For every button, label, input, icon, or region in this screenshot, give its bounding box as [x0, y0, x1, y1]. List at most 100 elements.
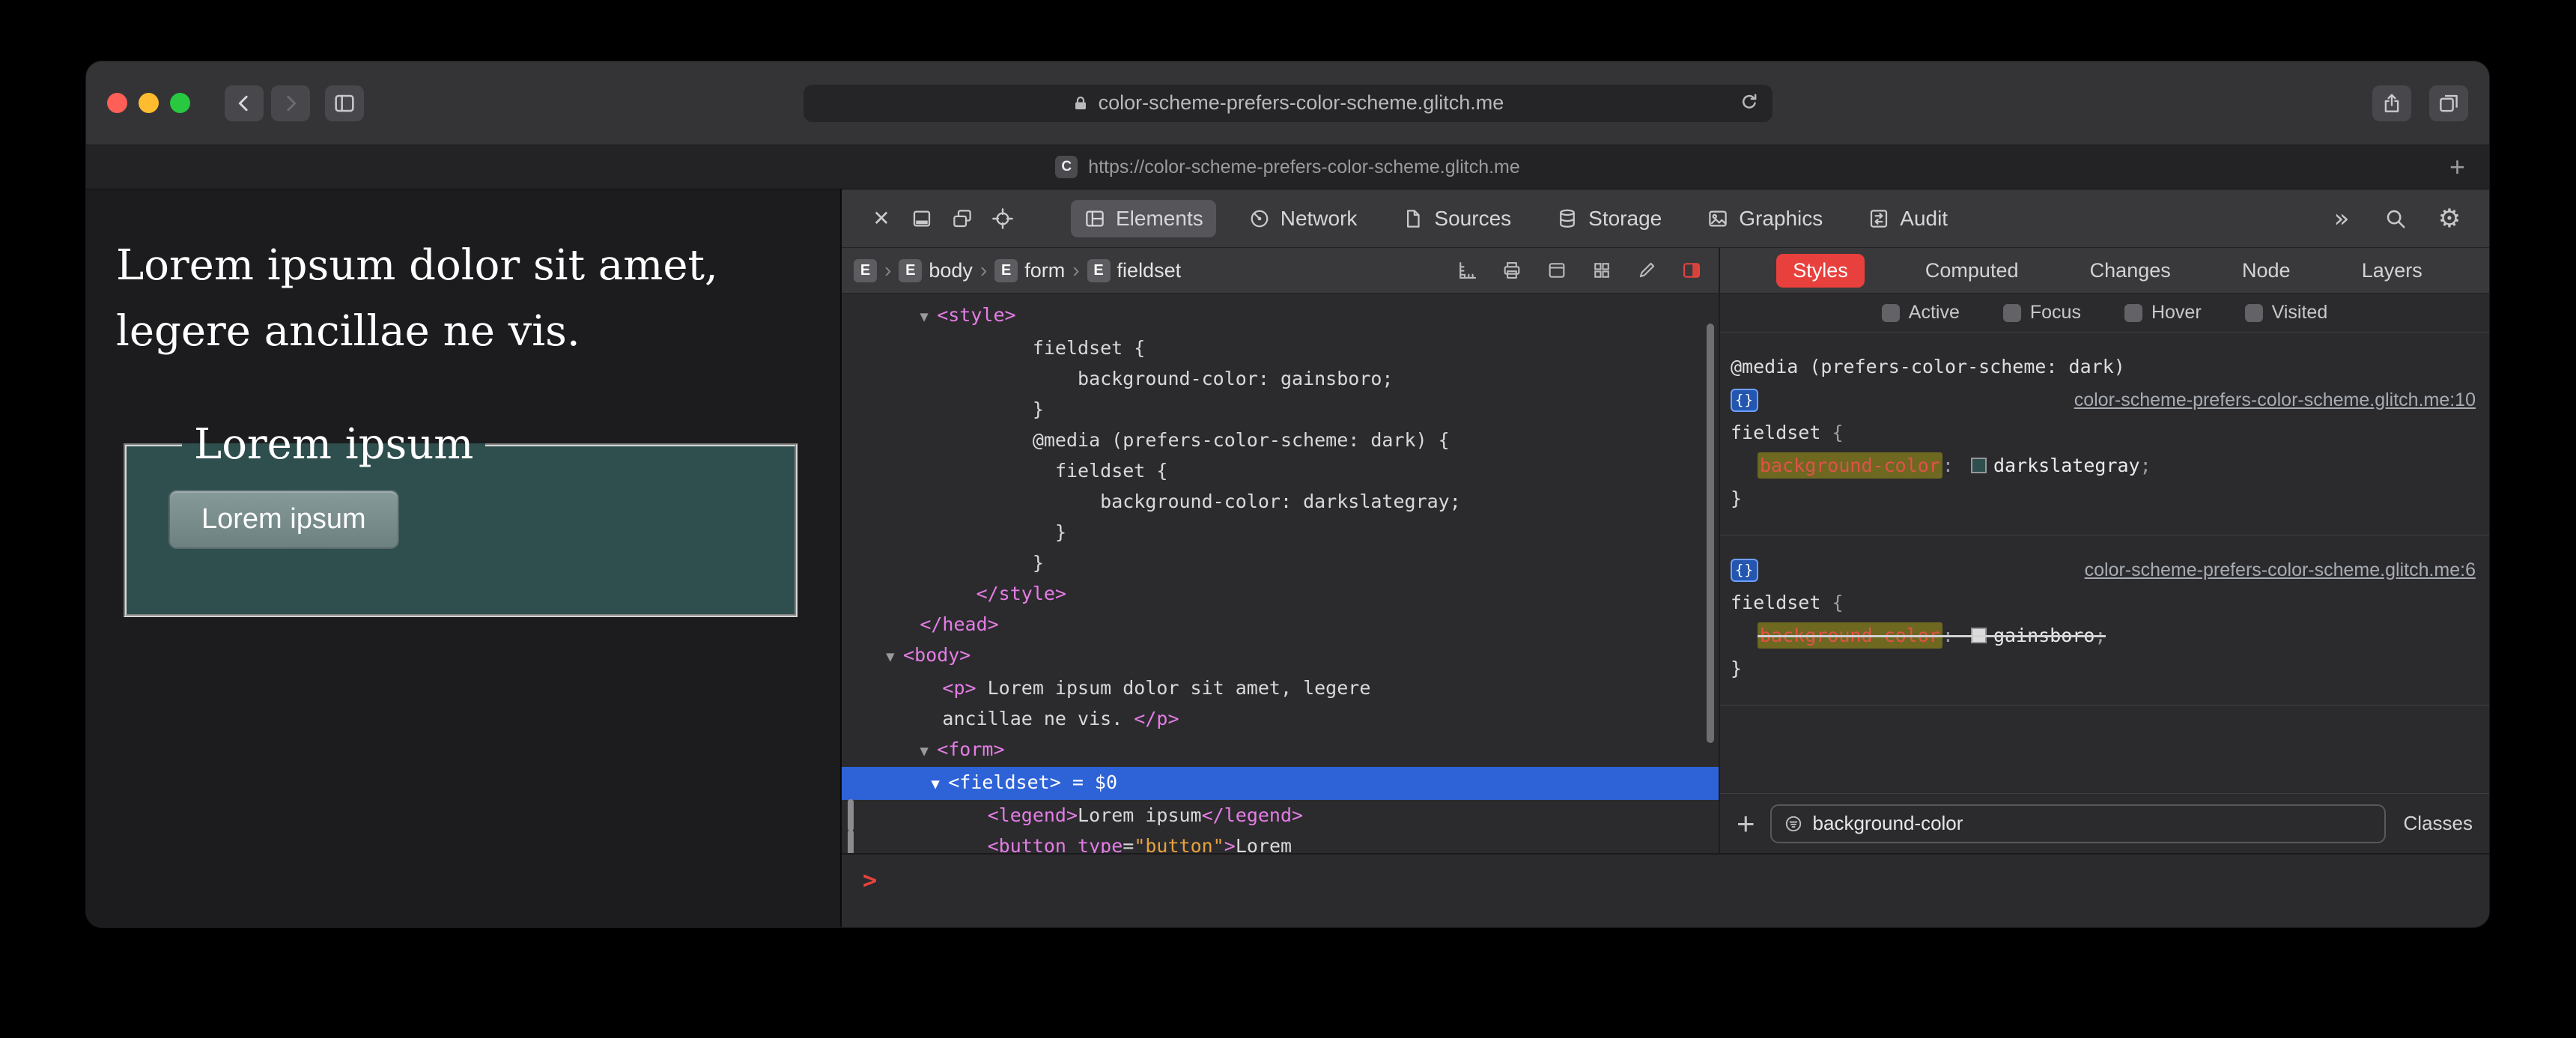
- shadow-dom-button[interactable]: [1540, 254, 1573, 287]
- active-tab[interactable]: C https://color-scheme-prefers-color-sch…: [1055, 156, 1520, 178]
- dom-tree-row[interactable]: }: [842, 517, 1719, 547]
- page-button[interactable]: Lorem ipsum: [168, 490, 399, 549]
- chevron-left-icon: [233, 92, 255, 115]
- dom-tree-row[interactable]: ▼ <style>: [842, 300, 1719, 333]
- tab-storage[interactable]: Storage: [1543, 200, 1674, 237]
- tab-overview-button[interactable]: [2429, 85, 2468, 121]
- dom-tree-row[interactable]: <legend>Lorem ipsum</legend>: [842, 799, 1719, 831]
- pseudo-class-row: Active Focus Hover Visited: [1720, 294, 2489, 333]
- address-bar[interactable]: color-scheme-prefers-color-scheme.glitch…: [803, 84, 1772, 122]
- dom-tree-row[interactable]: background-color: darkslategray;: [842, 486, 1719, 517]
- page-paragraph: Lorem ipsum dolor sit amet, legere ancil…: [116, 241, 718, 356]
- dom-tree-row[interactable]: background-color: gainsboro;: [842, 363, 1719, 394]
- new-tab-button[interactable]: +: [2449, 154, 2465, 180]
- style-source-link[interactable]: color-scheme-prefers-color-scheme.glitch…: [2074, 389, 2476, 411]
- layout-rulers-button[interactable]: [1450, 254, 1483, 287]
- tab-styles[interactable]: Styles: [1776, 253, 1865, 288]
- highlight-overlay-icon: [1681, 260, 1702, 281]
- tab-layers[interactable]: Layers: [2351, 254, 2433, 288]
- tab-audit[interactable]: Audit: [1855, 200, 1960, 237]
- dom-tree-row[interactable]: fieldset {: [842, 455, 1719, 486]
- share-icon: [2381, 92, 2403, 115]
- dom-tree-row[interactable]: ▼ <form>: [842, 734, 1719, 767]
- tab-elements[interactable]: Elements: [1071, 199, 1216, 237]
- dom-tree: ▼ <style> fieldset { background-color: g…: [842, 294, 1720, 853]
- print-styles-button[interactable]: [1495, 254, 1528, 287]
- breadcrumb-item-body[interactable]: E body: [897, 258, 974, 282]
- rule-selector[interactable]: fieldset {: [1731, 416, 2476, 449]
- styles-sidebar-tabs: Styles Computed Changes Node Layers: [1720, 248, 2489, 293]
- inspect-element-button[interactable]: [982, 198, 1023, 239]
- element-overlay-toggle[interactable]: [1675, 254, 1708, 287]
- styles-bottom-bar: + background-color Classes: [1720, 793, 2489, 853]
- edit-dom-button[interactable]: [1630, 254, 1663, 287]
- sidebar-toggle-button[interactable]: [325, 85, 364, 121]
- more-tabs-button[interactable]: »: [2321, 198, 2362, 239]
- rule-selector[interactable]: fieldset {: [1731, 586, 2476, 619]
- dom-tree-row[interactable]: @media (prefers-color-scheme: dark) {: [842, 425, 1719, 455]
- ruler-icon: [1456, 260, 1477, 281]
- filter-text: background-color: [1812, 812, 1963, 834]
- dom-tree-row[interactable]: }: [842, 547, 1719, 578]
- css-declaration[interactable]: background-color: darkslategray;: [1731, 449, 2476, 482]
- color-swatch[interactable]: [1970, 458, 1987, 473]
- breadcrumb-bar: E › E body › E form › E fieldset: [842, 248, 1720, 293]
- pseudo-checkbox-active[interactable]: Active: [1881, 302, 1960, 324]
- undock-window-button[interactable]: [942, 198, 982, 239]
- search-button[interactable]: [2375, 198, 2416, 239]
- checkbox-icon: [1881, 303, 1900, 322]
- dom-tree-row[interactable]: <button type="button">Lorem: [842, 830, 1719, 853]
- color-swatch[interactable]: [1970, 628, 1987, 643]
- element-icon: E: [994, 258, 1018, 282]
- inspector-tab-strip: Elements Network Sources Storage Graphic…: [1071, 199, 1980, 237]
- back-button[interactable]: [225, 85, 264, 121]
- inspector-toolbar-right: » ⚙: [2321, 198, 2470, 239]
- close-inspector-button[interactable]: ✕: [861, 198, 902, 239]
- dom-tree-row[interactable]: </style>: [842, 578, 1719, 609]
- safari-window: color-scheme-prefers-color-scheme.glitch…: [85, 61, 2490, 928]
- zoom-window-button[interactable]: [170, 93, 190, 113]
- minimize-window-button[interactable]: [139, 93, 159, 113]
- classes-button[interactable]: Classes: [2404, 812, 2473, 835]
- chevrons-right-icon: »: [2333, 203, 2350, 234]
- pseudo-checkbox-hover[interactable]: Hover: [2124, 302, 2202, 324]
- breadcrumb-item-form[interactable]: E form: [993, 258, 1066, 282]
- tab-changes[interactable]: Changes: [2080, 254, 2181, 288]
- dom-tree-row[interactable]: <p> Lorem ipsum dolor sit amet, legere: [842, 673, 1719, 703]
- dom-tree-row-selected[interactable]: ▼ <fieldset> = $0: [842, 767, 1719, 800]
- dom-tree-row[interactable]: fieldset {: [842, 333, 1719, 363]
- share-button[interactable]: [2372, 85, 2411, 121]
- dock-bottom-button[interactable]: [902, 198, 942, 239]
- dom-tree-row[interactable]: ▼ <body>: [842, 640, 1719, 673]
- window-icon: [1546, 260, 1567, 281]
- css-rule-icon: {}: [1731, 388, 1758, 412]
- tab-network[interactable]: Network: [1236, 200, 1370, 237]
- styles-filter-input[interactable]: background-color: [1770, 804, 2386, 843]
- breadcrumb-separator: ›: [979, 258, 988, 282]
- reload-icon[interactable]: [1738, 91, 1761, 114]
- dom-tree-row[interactable]: </head>: [842, 609, 1719, 640]
- new-rule-button[interactable]: +: [1737, 807, 1755, 840]
- dom-scrollbar-thumb[interactable]: [1707, 324, 1714, 743]
- checkbox-icon: [2002, 303, 2021, 322]
- pseudo-checkbox-focus[interactable]: Focus: [2002, 302, 2081, 324]
- close-window-button[interactable]: [107, 93, 127, 113]
- tab-sources[interactable]: Sources: [1389, 200, 1524, 237]
- breadcrumb-item-html[interactable]: E: [852, 258, 878, 282]
- breadcrumb-item-fieldset[interactable]: E fieldset: [1086, 258, 1183, 282]
- tab-node[interactable]: Node: [2232, 254, 2301, 288]
- settings-button[interactable]: ⚙: [2429, 198, 2470, 239]
- inspector-toolbar: ✕ Elements Network Sources Storage Graph…: [842, 189, 2489, 248]
- style-source-link[interactable]: color-scheme-prefers-color-scheme.glitch…: [2085, 559, 2476, 581]
- pseudo-checkbox-visited[interactable]: Visited: [2244, 302, 2327, 324]
- css-declaration-overridden[interactable]: background-color: gainsboro;: [1731, 619, 2476, 652]
- web-inspector: ✕ Elements Network Sources Storage Graph…: [840, 189, 2489, 927]
- grid-overlay-button[interactable]: [1585, 254, 1618, 287]
- dom-tree-row[interactable]: ancillae ne vis. </p>: [842, 703, 1719, 734]
- tab-graphics[interactable]: Graphics: [1694, 200, 1835, 237]
- tab-computed[interactable]: Computed: [1915, 254, 2029, 288]
- dom-tree-row[interactable]: }: [842, 394, 1719, 425]
- console-bar[interactable]: >: [842, 853, 2489, 927]
- forward-button[interactable]: [271, 85, 310, 121]
- target-icon: [991, 207, 1015, 231]
